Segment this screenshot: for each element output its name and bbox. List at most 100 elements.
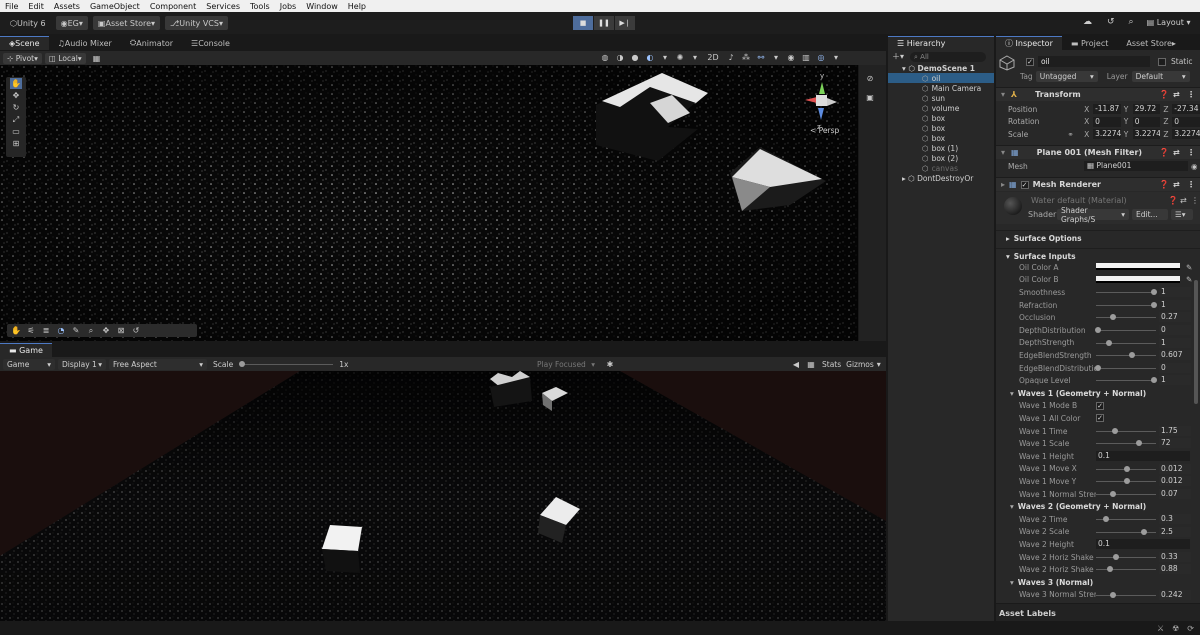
rotate-overlay-icon[interactable]: ◔ — [55, 325, 67, 336]
menu-item-jobs[interactable]: Jobs — [275, 2, 302, 11]
scene-gizmo[interactable]: y z — [797, 70, 847, 131]
constrain-proportions-icon[interactable]: ⚭ — [1067, 130, 1081, 139]
property-slider[interactable] — [1096, 478, 1156, 485]
property-value-field[interactable]: 0.07 — [1159, 488, 1191, 499]
scale-tool-icon[interactable]: ⤢ — [10, 114, 22, 125]
transform-header[interactable]: ▾ ⅄ Transform ❓ ⇄ ⋮ — [996, 87, 1200, 101]
property-value-field[interactable]: 1 — [1159, 375, 1191, 386]
help-icon[interactable]: ❓ — [1159, 180, 1169, 189]
property-slider[interactable] — [1096, 528, 1156, 535]
persp-label[interactable]: < Persp — [810, 126, 839, 135]
stats-button[interactable]: Stats — [822, 360, 841, 369]
color-swatch[interactable] — [1096, 263, 1180, 270]
color-swatch[interactable] — [1096, 275, 1180, 283]
vcs-dropdown[interactable]: ⎇ Unity VCS ▾ — [165, 16, 228, 30]
refresh-icon[interactable]: ⟳ — [1187, 624, 1194, 633]
menu-item-tools[interactable]: Tools — [245, 2, 275, 11]
slider-knob[interactable] — [1124, 465, 1131, 472]
draw-mode-dropdown-icon[interactable]: ▾ — [659, 52, 671, 63]
toggle-2d-button[interactable]: 2D — [704, 52, 722, 63]
transform-position-x-field[interactable]: -11.87 — [1093, 104, 1121, 115]
property-value-field[interactable]: 0 — [1159, 362, 1191, 373]
shader-edit-button[interactable]: Edit... — [1132, 209, 1168, 220]
game-mode-dropdown[interactable]: Game ▾ — [3, 358, 55, 370]
property-slider[interactable] — [1096, 566, 1156, 573]
property-value-field[interactable]: 1 — [1159, 337, 1191, 348]
preset-icon[interactable]: ⇄ — [1180, 196, 1187, 205]
wireframe-icon[interactable]: ◍ — [599, 52, 611, 63]
tab-asset-store[interactable]: Asset Store ▸ — [1117, 36, 1185, 50]
surface-options-foldout[interactable]: ▸ Surface Options — [996, 230, 1200, 243]
property-field[interactable]: 0.1 — [1096, 451, 1190, 461]
slider-knob[interactable] — [1151, 377, 1157, 384]
slider-knob[interactable] — [1107, 566, 1114, 573]
property-slider[interactable] — [1095, 364, 1156, 371]
scene-root[interactable]: ▾ ⬡ DemoScene 1 — [888, 63, 994, 73]
move-tool-icon[interactable]: ✥ — [10, 90, 22, 101]
preset-icon[interactable]: ⇄ — [1173, 180, 1180, 189]
slider-knob[interactable] — [1129, 352, 1136, 359]
visibility-dropdown-icon[interactable]: ▾ — [770, 52, 782, 63]
menu-item-services[interactable]: Services — [201, 2, 245, 11]
property-slider[interactable] — [1095, 327, 1156, 333]
slider-knob[interactable] — [1151, 301, 1157, 308]
hierarchy-item[interactable]: ⬡ sun — [888, 93, 994, 103]
tab-inspector[interactable]: ⓘ Inspector — [996, 36, 1062, 50]
camera-overlay-icon[interactable]: ▣ — [864, 92, 876, 103]
property-group-foldout[interactable]: ▾ Waves 3 (Normal) — [996, 576, 1200, 589]
property-slider[interactable] — [1096, 427, 1156, 434]
slider-knob[interactable] — [1109, 591, 1116, 598]
orbit-icon[interactable]: ⊘ — [864, 73, 876, 84]
menu-item-component[interactable]: Component — [145, 2, 201, 11]
cache-icon[interactable]: ☢ — [1172, 624, 1179, 633]
property-slider[interactable] — [1096, 553, 1156, 560]
bug-icon[interactable]: ✱ — [604, 359, 616, 370]
zoom-icon[interactable]: ⌕ — [85, 325, 97, 336]
shader-menu-button[interactable]: ☰▾ — [1171, 209, 1193, 220]
transform-tool-icon[interactable]: ⊞ — [10, 138, 22, 149]
hierarchy-item[interactable]: ⬡ box (2) — [888, 153, 994, 163]
hand-tool-icon[interactable]: ✋ — [10, 78, 22, 89]
transform-scale-x-field[interactable]: 3.2274 — [1093, 129, 1121, 140]
help-icon[interactable]: ❓ — [1159, 148, 1169, 157]
property-value-field[interactable]: 1 — [1159, 287, 1191, 298]
object-picker-icon[interactable]: ◉ — [1191, 162, 1198, 171]
tab-animator[interactable]: ⛭ Animator — [121, 36, 182, 50]
game-view[interactable] — [0, 371, 886, 621]
list-icon[interactable]: ≣ — [40, 325, 52, 336]
tab-project[interactable]: ▬ Project — [1062, 36, 1117, 50]
property-value-field[interactable]: 2.5 — [1159, 526, 1191, 537]
transform-position-y-field[interactable]: 29.72 — [1132, 104, 1161, 115]
static-checkbox[interactable] — [1158, 57, 1166, 66]
property-field[interactable]: 0.1 — [1096, 539, 1190, 550]
slider-knob[interactable] — [1135, 440, 1142, 447]
hierarchy-item[interactable]: ⬡ Main Camera — [888, 83, 994, 93]
pivot-dropdown[interactable]: ⊹ Pivot ▾ — [3, 52, 42, 64]
slider-knob[interactable] — [1102, 516, 1109, 522]
hierarchy-item[interactable]: ⬡ canvas — [888, 163, 994, 173]
play-button[interactable]: ■ — [573, 16, 593, 30]
property-checkbox[interactable]: ✓ — [1096, 401, 1104, 410]
play-focused-dropdown[interactable]: Play Focused ▾ — [533, 359, 599, 370]
scene-view[interactable]: ✋ ✥ ↻ ⤢ ▭ ⊞ y z < Persp ✋ ⚟ ≣ ◔ ✎ ⌕ ✥ ⊠ … — [0, 65, 858, 341]
menu-item-edit[interactable]: Edit — [23, 2, 49, 11]
transform-rotation-x-field[interactable]: 0 — [1093, 116, 1121, 127]
transform-scale-z-field[interactable]: 3.2274 — [1172, 129, 1200, 140]
fx-dropdown-icon[interactable]: ▾ — [689, 52, 701, 63]
tab-game[interactable]: ▬ Game — [0, 343, 52, 357]
property-group-foldout[interactable]: ▾ Waves 1 (Geometry + Normal) — [996, 387, 1200, 400]
mesh-renderer-header[interactable]: ▸ ▦ ✓ Mesh Renderer ❓ ⇄ ⋮ — [996, 177, 1200, 191]
property-value-field[interactable]: 1 — [1159, 299, 1191, 310]
hierarchy-item[interactable]: ⬡ box — [888, 113, 994, 123]
rendering-debug-icon[interactable]: ◐ — [644, 52, 656, 63]
rotate-snap-icon[interactable]: ↺ — [130, 325, 142, 336]
layout-dropdown[interactable]: ▤ Layout ▾ — [1147, 18, 1191, 27]
hierarchy-item[interactable]: ⬡ box — [888, 123, 994, 133]
property-slider[interactable] — [1096, 339, 1156, 346]
slider-knob[interactable] — [1151, 289, 1157, 296]
property-checkbox[interactable]: ✓ — [1096, 414, 1104, 423]
property-slider[interactable] — [1096, 289, 1157, 296]
rect-tool-icon[interactable]: ▭ — [10, 126, 22, 137]
hierarchy-item-dontdestroy[interactable]: ▸ ⬡ DontDestroyOr — [888, 173, 994, 183]
property-value-field[interactable]: 0.012 — [1159, 476, 1191, 487]
